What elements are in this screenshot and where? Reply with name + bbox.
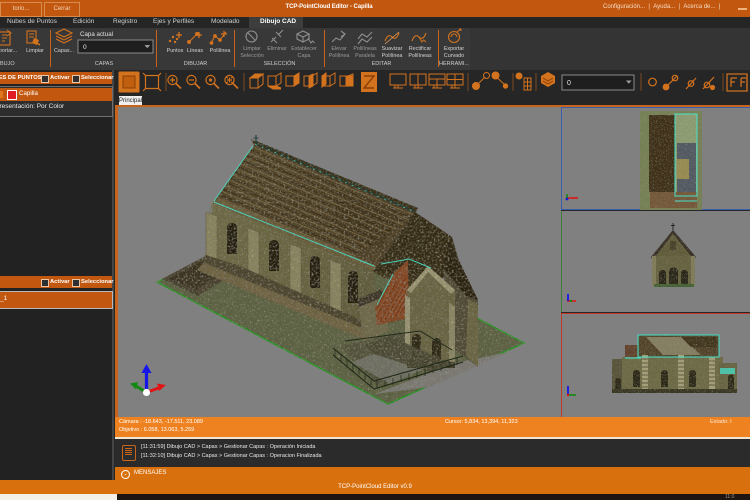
svg-text:Rectificar: Rectificar <box>409 46 432 52</box>
svg-text:portar...: portar... <box>0 48 17 54</box>
svg-text:Eliminar: Eliminar <box>267 46 287 52</box>
svg-text:Capa actual: Capa actual <box>80 31 113 38</box>
svg-text:Polilínea: Polilínea <box>210 48 231 54</box>
svg-text:Polilínea: Polilínea <box>382 53 403 59</box>
svg-text:Limpiar: Limpiar <box>243 46 261 52</box>
svg-text:Limpiar: Limpiar <box>26 48 44 54</box>
svg-text:Establecer: Establecer <box>291 46 317 52</box>
svg-text:Capas...: Capas... <box>54 48 74 54</box>
svg-text:0: 0 <box>83 44 87 51</box>
svg-text:Capa: Capa <box>298 53 311 59</box>
svg-text:Selección: Selección <box>240 53 263 59</box>
svg-text:Polilíneas: Polilíneas <box>408 53 432 59</box>
svg-text:Paralela: Paralela <box>355 53 375 59</box>
svg-text:0: 0 <box>567 80 571 87</box>
svg-text:Líneas: Líneas <box>187 48 203 54</box>
svg-text:Suavizar: Suavizar <box>382 46 403 52</box>
svg-text:Curvado: Curvado <box>444 53 464 59</box>
svg-text:Polilínea: Polilínea <box>329 53 350 59</box>
svg-text:Polilíneas: Polilíneas <box>353 46 377 52</box>
svg-text:Puntos: Puntos <box>167 48 184 54</box>
svg-text:Elevar: Elevar <box>331 46 346 52</box>
svg-text:Exportar: Exportar <box>444 46 465 52</box>
